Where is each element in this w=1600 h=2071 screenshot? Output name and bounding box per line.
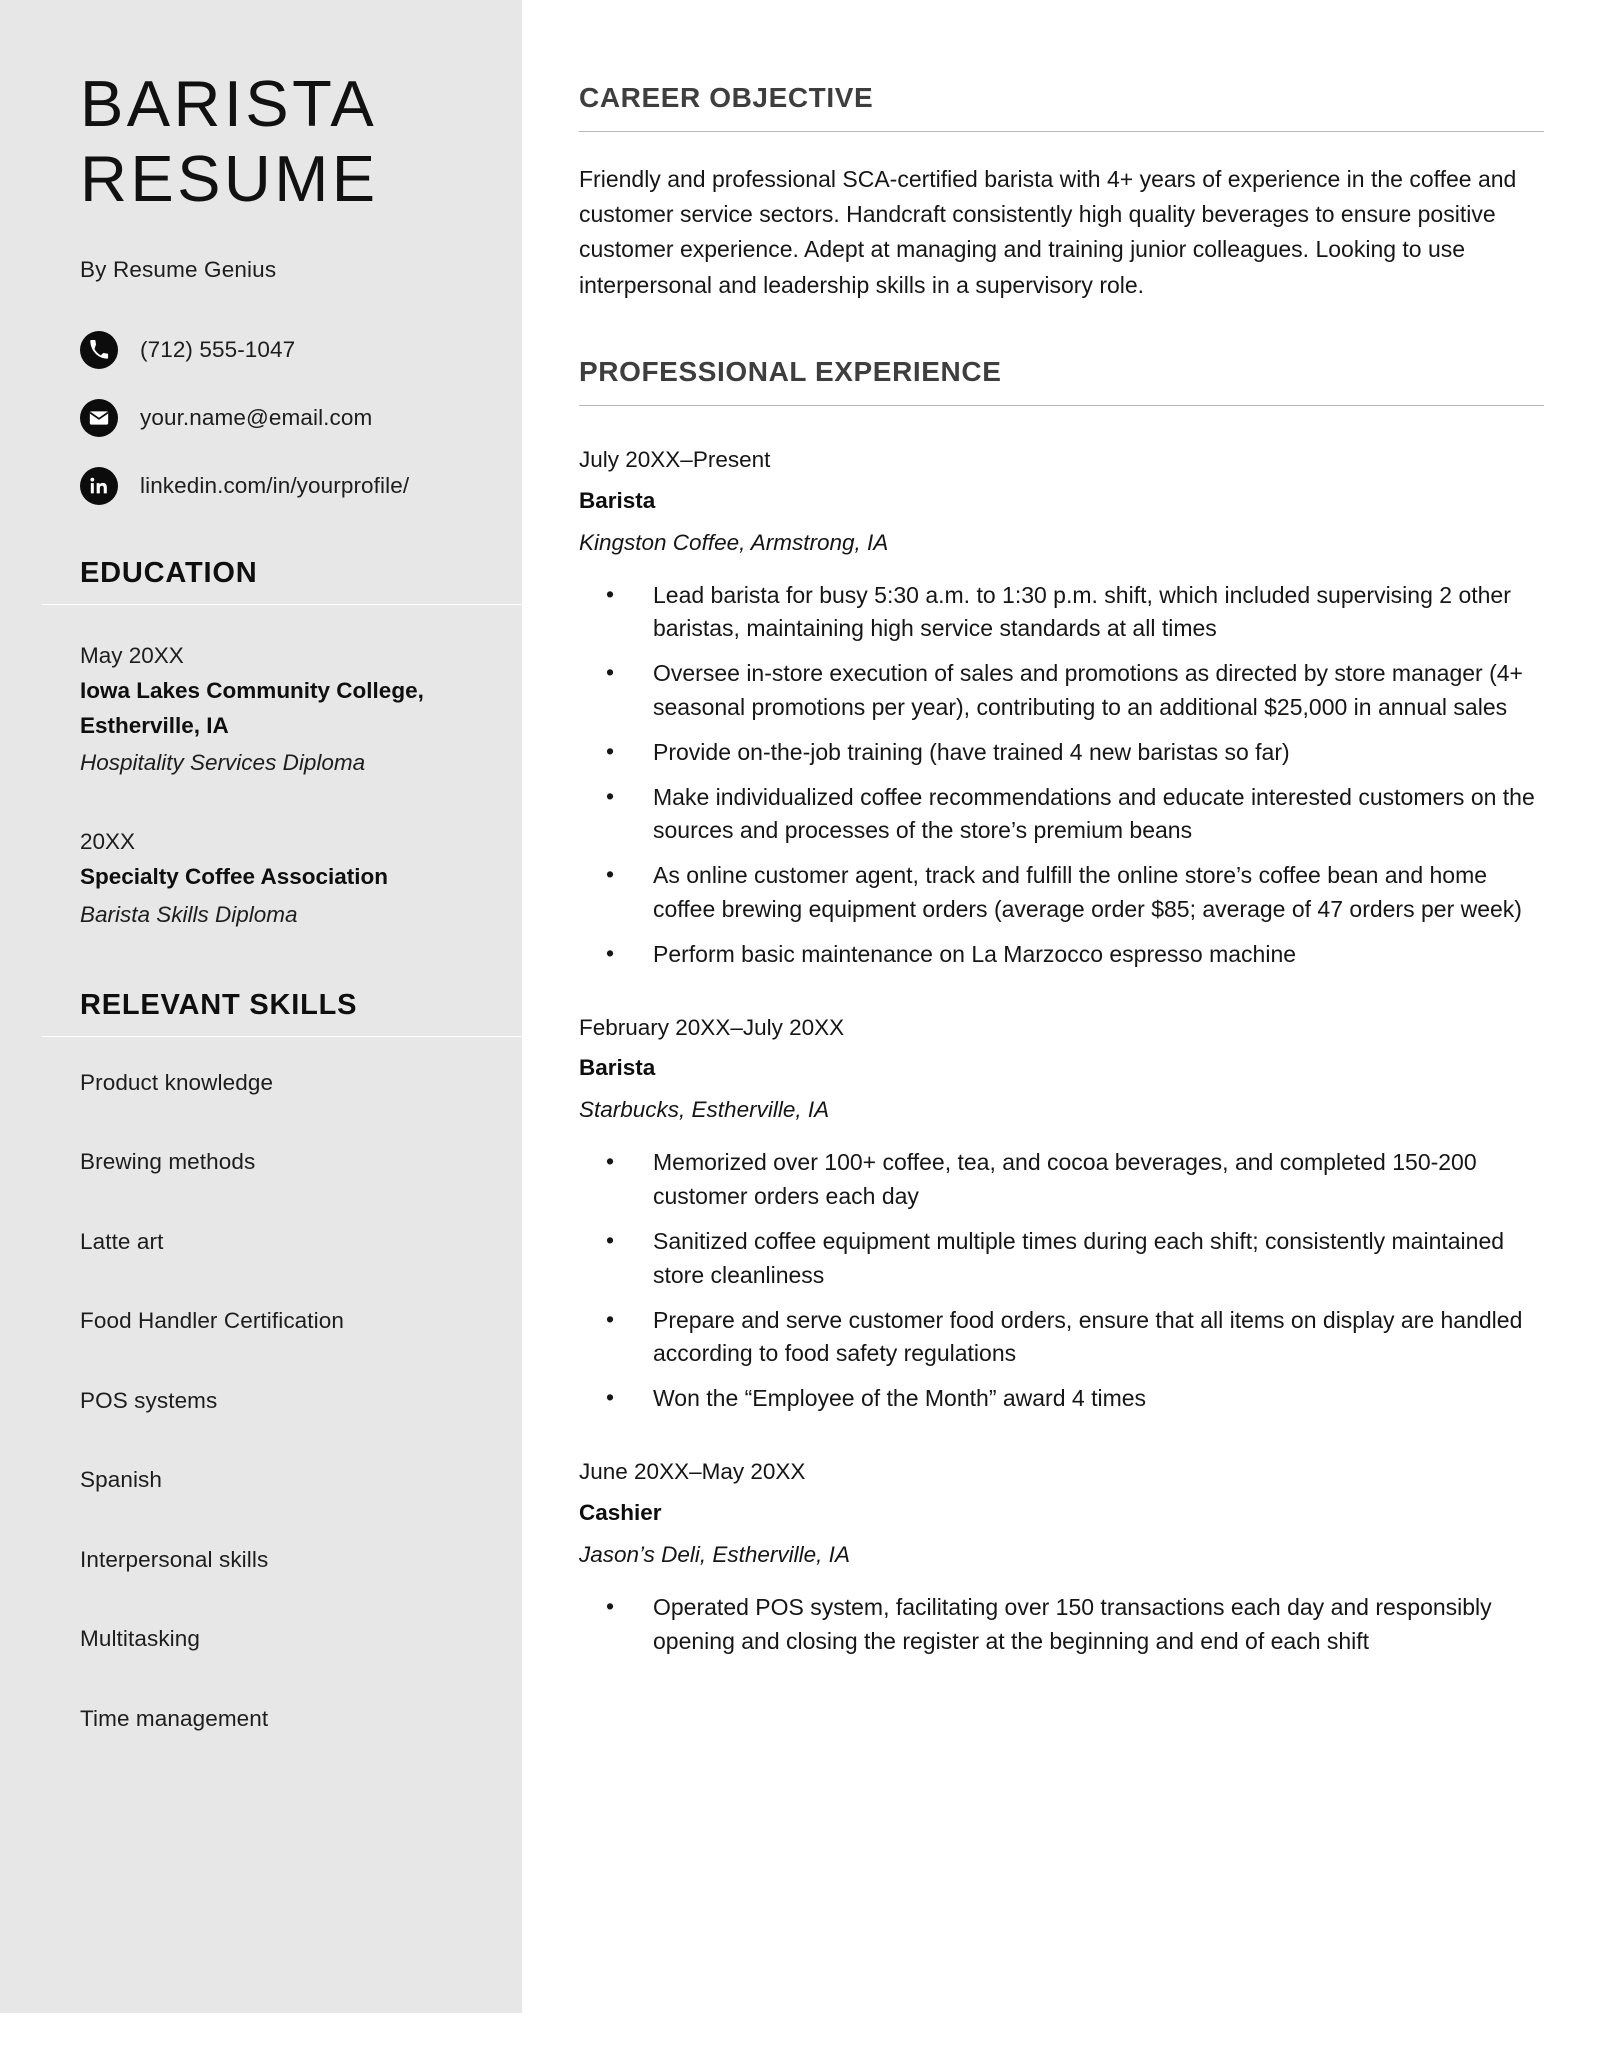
list-item: Lead barista for busy 5:30 a.m. to 1:30 … xyxy=(606,578,1544,647)
education-degree: Barista Skills Diploma xyxy=(80,902,298,928)
job-bullets: Operated POS system, facilitating over 1… xyxy=(579,1590,1544,1659)
education-entry: May 20XX Iowa Lakes Community College, E… xyxy=(80,639,480,782)
contact-email[interactable]: your.name@email.com xyxy=(80,398,480,437)
email-icon xyxy=(80,398,118,437)
job-entry: June 20XX–May 20XX Cashier Jason’s Deli,… xyxy=(579,1455,1544,1658)
phone-number: (712) 555-1047 xyxy=(140,336,296,362)
phone-icon xyxy=(80,330,118,369)
education-school: Specialty Coffee Association xyxy=(80,864,389,890)
list-item: Make individualized coffee recommendatio… xyxy=(606,780,1544,849)
list-item: Perform basic maintenance on La Marzocco… xyxy=(606,937,1544,972)
job-date: June 20XX–May 20XX xyxy=(579,1459,806,1485)
list-item: Brewing methods xyxy=(80,1149,256,1175)
list-item: Interpersonal skills xyxy=(80,1546,269,1572)
education-section: EDUCATION May 20XX Iowa Lakes Community … xyxy=(0,557,522,933)
education-school-location: Estherville, IA xyxy=(80,712,229,738)
career-objective-heading: CAREER OBJECTIVE xyxy=(579,82,874,113)
byline: By Resume Genius xyxy=(80,256,277,282)
skills-heading: RELEVANT SKILLS xyxy=(80,988,358,1021)
job-title: Cashier xyxy=(579,1499,662,1525)
list-item: Prepare and serve customer food orders, … xyxy=(606,1303,1544,1372)
job-bullets: Memorized over 100+ coffee, tea, and coc… xyxy=(579,1145,1544,1416)
main-content: CAREER OBJECTIVE Friendly and profession… xyxy=(522,0,1600,1670)
career-objective-section: CAREER OBJECTIVE Friendly and profession… xyxy=(579,82,1544,303)
education-school: Iowa Lakes Community College, xyxy=(80,677,424,703)
education-heading: EDUCATION xyxy=(80,556,258,589)
professional-experience-section: PROFESSIONAL EXPERIENCE July 20XX–Presen… xyxy=(579,356,1544,1659)
job-bullets: Lead barista for busy 5:30 a.m. to 1:30 … xyxy=(579,578,1544,972)
list-item: Food Handler Certification xyxy=(80,1308,344,1334)
contact-linkedin[interactable]: linkedin.com/in/yourprofile/ xyxy=(80,466,480,505)
resume-page: BARISTA RESUME By Resume Genius (712) 55… xyxy=(0,0,1600,2071)
education-date: May 20XX xyxy=(80,642,184,668)
list-item: As online customer agent, track and fulf… xyxy=(606,858,1544,927)
professional-experience-heading: PROFESSIONAL EXPERIENCE xyxy=(579,355,1002,387)
job-title: Barista xyxy=(579,1055,656,1081)
job-entry: February 20XX–July 20XX Barista Starbuck… xyxy=(579,1011,1544,1416)
education-degree: Hospitality Services Diploma xyxy=(80,750,366,776)
list-item: Won the “Employee of the Month” award 4 … xyxy=(606,1381,1544,1416)
education-date: 20XX xyxy=(80,829,136,855)
page-title-line-2: RESUME xyxy=(80,142,379,216)
list-item: Product knowledge xyxy=(80,1069,274,1095)
skills-list: Product knowledge Brewing methods Latte … xyxy=(0,1067,522,1735)
linkedin-icon xyxy=(80,466,118,505)
education-entries: May 20XX Iowa Lakes Community College, E… xyxy=(0,639,522,933)
job-company: Kingston Coffee, Armstrong, IA xyxy=(579,529,889,555)
job-date: February 20XX–July 20XX xyxy=(579,1014,845,1040)
job-date: July 20XX–Present xyxy=(579,446,771,472)
list-item: Multitasking xyxy=(80,1626,200,1652)
list-item: Latte art xyxy=(80,1228,164,1254)
education-divider xyxy=(42,603,522,605)
job-company: Jason’s Deli, Estherville, IA xyxy=(579,1541,850,1567)
skills-divider xyxy=(42,1035,522,1037)
contact-list: (712) 555-1047 your.name@email.com linke… xyxy=(80,330,480,505)
professional-experience-divider xyxy=(579,404,1544,406)
list-item: POS systems xyxy=(80,1387,218,1413)
list-item: Provide on-the-job training (have traine… xyxy=(606,735,1544,770)
list-item: Spanish xyxy=(80,1467,163,1493)
linkedin-url: linkedin.com/in/yourprofile/ xyxy=(140,472,410,498)
job-entry: July 20XX–Present Barista Kingston Coffe… xyxy=(579,443,1544,972)
page-title-line-1: BARISTA xyxy=(80,67,378,140)
page-title: BARISTA RESUME xyxy=(80,66,480,217)
career-objective-divider xyxy=(579,131,1544,132)
sidebar-header: BARISTA RESUME By Resume Genius (712) 55… xyxy=(0,66,522,505)
list-item: Sanitized coffee equipment multiple time… xyxy=(606,1224,1544,1293)
job-title: Barista xyxy=(579,487,656,513)
contact-phone[interactable]: (712) 555-1047 xyxy=(80,330,480,369)
sidebar: BARISTA RESUME By Resume Genius (712) 55… xyxy=(0,0,522,2013)
job-company: Starbucks, Estherville, IA xyxy=(579,1097,830,1123)
list-item: Operated POS system, facilitating over 1… xyxy=(606,1590,1544,1659)
skills-section: RELEVANT SKILLS Product knowledge Brewin… xyxy=(0,989,522,1735)
list-item: Time management xyxy=(80,1705,269,1731)
list-item: Oversee in-store execution of sales and … xyxy=(606,656,1544,725)
email-address: your.name@email.com xyxy=(140,404,373,430)
career-objective-text: Friendly and professional SCA-certified … xyxy=(579,166,1517,298)
education-entry: 20XX Specialty Coffee Association Barist… xyxy=(80,825,480,933)
list-item: Memorized over 100+ coffee, tea, and coc… xyxy=(606,1145,1544,1214)
